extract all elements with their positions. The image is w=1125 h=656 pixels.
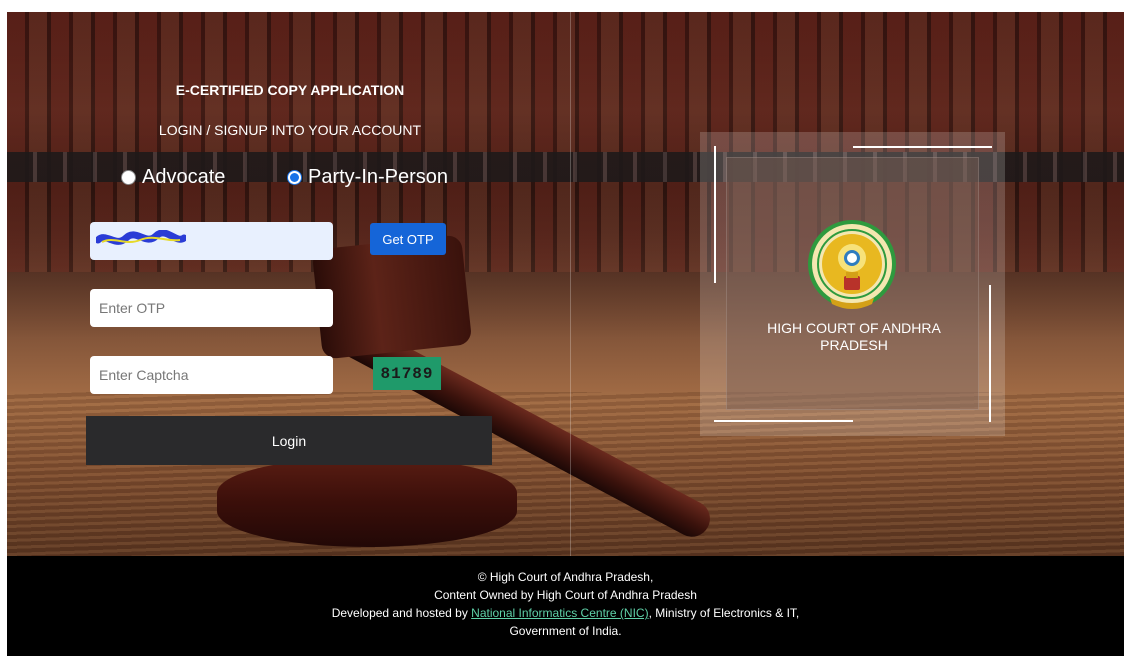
party-in-person-label: Party-In-Person [308,166,449,188]
advocate-label: Advocate [142,166,226,188]
footer-copyright: © High Court of Andhra Pradesh, [477,570,654,584]
otp-input[interactable] [90,289,333,327]
footer-content-owner: Content Owned by High Court of Andhra Pr… [434,588,697,602]
nic-link[interactable]: National Informatics Centre (NIC) [471,606,648,620]
court-name: HIGH COURT OF ANDHRA PRADESH [767,320,941,353]
card-corner-line [989,285,991,422]
mobile-input[interactable] [90,222,333,260]
panel-title: E-CERTIFIED COPY APPLICATION [175,82,405,98]
footer-government: Government of India. [509,624,622,638]
footer-developer-line: Developed and hosted by National Informa… [7,604,1124,622]
party-in-person-radio[interactable] [287,170,302,185]
card-corner-line [714,420,853,422]
gavel-block-image [217,457,517,547]
panel-divider [570,12,571,556]
footer-developed-prefix: Developed and hosted by [331,606,468,620]
get-otp-button[interactable]: Get OTP [370,223,446,255]
captcha-input[interactable] [90,356,333,394]
card-corner-line [853,146,992,148]
captcha-image: 81789 [373,357,441,390]
advocate-radio[interactable] [121,170,136,185]
login-button[interactable]: Login [86,416,492,465]
panel-subtitle: LOGIN / SIGNUP INTO YOUR ACCOUNT [158,122,422,138]
footer: © High Court of Andhra Pradesh, Content … [7,556,1124,656]
andhra-pradesh-emblem-icon [808,220,896,309]
footer-ministry-text: , Ministry of Electronics & IT, [648,606,800,620]
role-party-in-person[interactable]: Party-In-Person [287,166,448,189]
role-advocate[interactable]: Advocate [121,166,225,189]
card-corner-line [714,146,716,283]
